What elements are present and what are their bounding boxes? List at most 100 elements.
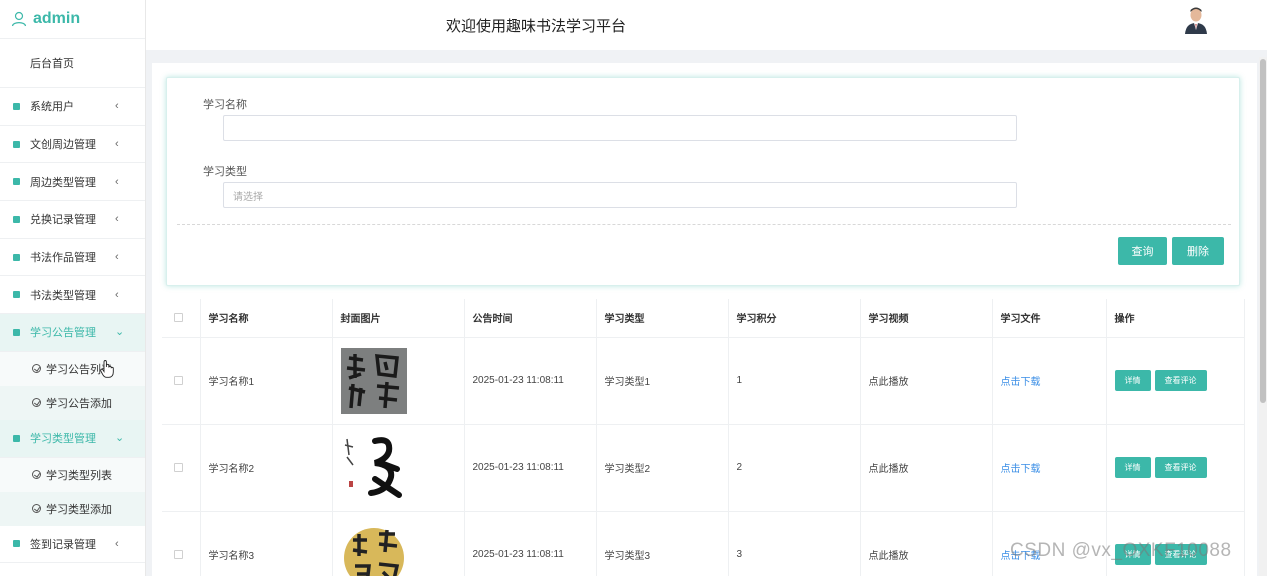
doc-icon <box>13 140 20 148</box>
detail-button[interactable]: 详情 <box>1114 457 1151 478</box>
view-comments-button[interactable]: 查看评论 <box>1154 457 1207 478</box>
col-header: 封面图片 <box>332 299 465 338</box>
sidebar-subitem-announcement-list[interactable]: 学习公告列表 <box>0 351 145 386</box>
chevron-left-icon: ‹ <box>115 175 119 188</box>
table-row: 学习名称2 2025-01-23 11:08:11 学习类型2 2 点此播放 点… <box>162 424 1245 512</box>
doc-icon <box>13 102 20 110</box>
select-all-checkbox[interactable] <box>162 299 201 338</box>
doc-icon <box>13 328 20 336</box>
cell-name: 学习名称2 <box>200 424 333 512</box>
sidebar-item-checkin[interactable]: 签到记录管理 ‹ <box>0 526 145 564</box>
chevron-left-icon: ‹ <box>115 251 119 264</box>
doc-icon <box>13 434 20 442</box>
download-link[interactable]: 点击下载 <box>1001 377 1041 388</box>
cell-time: 2025-01-23 11:08:11 <box>464 511 597 576</box>
brand: admin <box>0 0 145 39</box>
cell-name: 学习名称1 <box>200 337 333 425</box>
row-checkbox[interactable] <box>162 424 201 512</box>
cell-type: 学习类型3 <box>596 511 729 576</box>
chevron-down-icon: ⌄ <box>115 432 125 445</box>
delete-button[interactable]: 删除 <box>1172 237 1224 265</box>
scrollbar-thumb[interactable] <box>1260 59 1266 403</box>
cell-video[interactable]: 点此播放 <box>860 337 993 425</box>
chevron-left-icon: ‹ <box>115 100 119 113</box>
sidebar-item-system-users[interactable]: 系统用户 ‹ <box>0 88 145 126</box>
divider <box>177 224 1231 225</box>
doc-icon <box>13 291 20 299</box>
check-circle-icon <box>32 504 41 513</box>
cover-image[interactable] <box>340 521 407 576</box>
cell-type: 学习类型1 <box>596 337 729 425</box>
col-header: 公告时间 <box>464 299 597 338</box>
detail-button[interactable]: 详情 <box>1114 370 1151 391</box>
hand-cursor-icon <box>100 360 114 378</box>
cell-cover <box>332 337 465 425</box>
row-checkbox[interactable] <box>162 511 201 576</box>
cell-points: 1 <box>728 337 861 425</box>
avatar[interactable] <box>1183 6 1209 34</box>
row-checkbox[interactable] <box>162 337 201 425</box>
col-header: 学习视频 <box>860 299 993 338</box>
doc-icon <box>13 540 20 548</box>
cell-points: 3 <box>728 511 861 576</box>
cell-actions: 详情 查看评论 <box>1106 424 1245 512</box>
type-label: 学习类型 <box>203 166 247 178</box>
cell-time: 2025-01-23 11:08:11 <box>464 337 597 425</box>
doc-icon <box>13 253 20 261</box>
check-circle-icon <box>32 398 41 408</box>
sidebar-subitem-type-add[interactable]: 学习类型添加 <box>0 491 145 526</box>
search-panel: 学习名称 学习类型 请选择 查询 删除 <box>166 77 1240 286</box>
type-select[interactable]: 请选择 <box>223 182 1017 208</box>
chevron-left-icon: ‹ <box>115 138 119 151</box>
query-button[interactable]: 查询 <box>1118 237 1167 265</box>
sidebar-item-exchange[interactable]: 兑换记录管理 ‹ <box>0 201 145 239</box>
cell-cover <box>332 511 465 576</box>
cell-cover <box>332 424 465 512</box>
sidebar-item-calligraphy-types[interactable]: 书法类型管理 ‹ <box>0 276 145 315</box>
sidebar-item-works[interactable]: 书法作品管理 ‹ <box>0 239 145 277</box>
watermark: CSDN @vx_OXKF10088 <box>1010 540 1232 561</box>
sidebar-item-merch[interactable]: 文创周边管理 ‹ <box>0 126 145 164</box>
cell-points: 2 <box>728 424 861 512</box>
doc-icon <box>13 178 20 186</box>
cell-actions: 详情 查看评论 <box>1106 337 1245 425</box>
cover-image[interactable] <box>340 434 407 501</box>
data-table: 学习名称 封面图片 公告时间 学习类型 学习积分 学习视频 学习文件 操作 学习… <box>162 299 1245 576</box>
sidebar-home[interactable]: 后台首页 <box>0 39 145 88</box>
sidebar-subitem-type-list[interactable]: 学习类型列表 <box>0 457 145 492</box>
name-input[interactable] <box>223 115 1017 141</box>
doc-icon <box>13 215 20 223</box>
page-scrollbar[interactable] <box>1259 57 1267 576</box>
chevron-left-icon: ‹ <box>115 537 119 550</box>
table-row: 学习名称1 2025-01-23 11:08:11 学习类型1 1 点此播放 点… <box>162 337 1245 425</box>
sidebar: admin 后台首页 系统用户 ‹ 文创周边管理 ‹ 周边类型管理 ‹ 兑换记录管理 ‹… <box>0 0 146 576</box>
user-icon <box>11 11 27 27</box>
table-header: 学习名称 封面图片 公告时间 学习类型 学习积分 学习视频 学习文件 操作 <box>162 299 1245 338</box>
top-header: 欢迎使用趣味书法学习平台 <box>146 0 1267 50</box>
view-comments-button[interactable]: 查看评论 <box>1154 370 1207 391</box>
cell-name: 学习名称3 <box>200 511 333 576</box>
col-header: 操作 <box>1106 299 1245 338</box>
col-header: 学习文件 <box>992 299 1107 338</box>
cover-image[interactable] <box>340 347 407 414</box>
check-circle-icon <box>32 470 41 479</box>
sidebar-item-merch-types[interactable]: 周边类型管理 ‹ <box>0 163 145 202</box>
brand-name: admin <box>33 10 81 27</box>
sidebar-subitem-announcement-add[interactable]: 学习公告添加 <box>0 385 145 420</box>
cell-file: 点击下载 <box>992 337 1107 425</box>
main-panel: 学习名称 学习类型 请选择 查询 删除 学习名称 封面图片 公告时间 学习类型 … <box>152 63 1257 576</box>
page-title: 欢迎使用趣味书法学习平台 <box>446 18 627 35</box>
sidebar-item-announcements[interactable]: 学习公告管理 ⌄ <box>0 314 145 352</box>
chevron-left-icon: ‹ <box>115 288 119 301</box>
cell-video[interactable]: 点此播放 <box>860 424 993 512</box>
col-header: 学习名称 <box>200 299 333 338</box>
sidebar-item-study-types[interactable]: 学习类型管理 ⌄ <box>0 419 145 458</box>
download-link[interactable]: 点击下载 <box>1001 464 1041 475</box>
name-label: 学习名称 <box>203 99 247 111</box>
cell-video[interactable]: 点此播放 <box>860 511 993 576</box>
cell-time: 2025-01-23 11:08:11 <box>464 424 597 512</box>
chevron-down-icon: ⌄ <box>115 326 125 339</box>
cell-type: 学习类型2 <box>596 424 729 512</box>
col-header: 学习类型 <box>596 299 729 338</box>
sidebar-item-more[interactable] <box>0 563 145 576</box>
